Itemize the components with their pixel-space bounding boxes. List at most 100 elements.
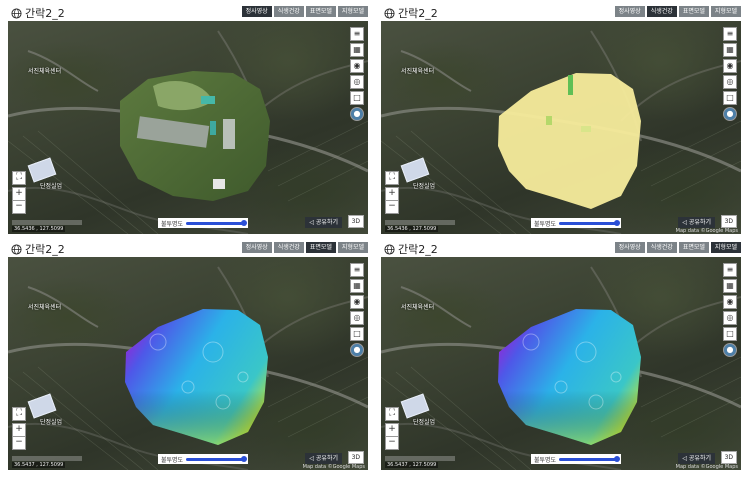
panel-title: 간락2_2: [11, 5, 65, 21]
tab-layer-3[interactable]: 지형모델: [710, 242, 741, 253]
opacity-control: 불투명도: [158, 218, 248, 228]
zoom-out-icon[interactable]: −: [385, 436, 399, 450]
earth-icon[interactable]: ●: [723, 107, 737, 121]
location-icon[interactable]: ◉: [723, 295, 737, 309]
satellite-map[interactable]: 서진체육센터 단정실업 ≡ ▦ ◉ ◎ □ ● ⛶ + − 36.5436 , …: [381, 21, 741, 234]
square-icon[interactable]: □: [350, 327, 364, 341]
earth-icon[interactable]: ●: [350, 107, 364, 121]
opacity-label: 불투명도: [161, 456, 184, 464]
layer-tabs: 정사영상 식생건강 표면모델 지형모델: [614, 6, 741, 17]
panel-title: 간락2_2: [11, 241, 65, 257]
opacity-slider[interactable]: [186, 455, 247, 462]
layer-tabs: 정사영상 식생건강 표면모델 지형모델: [241, 242, 368, 253]
share-button[interactable]: ◁ 공유하기: [305, 217, 342, 228]
target-icon[interactable]: ◎: [350, 311, 364, 325]
panel-header: 간락2_2 정사영상 식생건강 표면모델 지형모델: [8, 4, 368, 20]
layer-tabs: 정사영상 식생건강 표면모델 지형모델: [241, 6, 368, 17]
zoom-in-icon[interactable]: +: [385, 187, 399, 201]
tab-layer-0[interactable]: 정사영상: [614, 6, 645, 17]
location-icon[interactable]: ◉: [350, 59, 364, 73]
panel-header: 간락2_2 정사영상 식생건강 표면모델 지형모델: [8, 240, 368, 256]
location-icon[interactable]: ◉: [723, 59, 737, 73]
panel-title: 간락2_2: [384, 5, 438, 21]
tab-layer-3[interactable]: 지형모델: [337, 242, 368, 253]
opacity-slider[interactable]: [559, 219, 620, 226]
tab-layer-2[interactable]: 표면모델: [305, 6, 336, 17]
tab-layer-3[interactable]: 지형모델: [710, 6, 741, 17]
satellite-map[interactable]: 서진체육센터 단정실업 ≡ ▦ ◉ ◎ □ ● ⛶ + − 36.5437 , …: [8, 257, 368, 470]
tab-layer-0[interactable]: 정사영상: [241, 6, 272, 17]
fullscreen-icon[interactable]: ⛶: [385, 171, 399, 185]
satellite-map[interactable]: 서진체육센터 단정실업 ≡ ▦ ◉ ◎ □ ● ⛶ + − 36.5436 , …: [8, 21, 368, 234]
share-button[interactable]: ◁ 공유하기: [305, 453, 342, 464]
map-panel-vegetation: 간락2_2 정사영상 식생건강 표면모델 지형모델 서진체육센터 단정실업 ≡ ▦ ◉…: [381, 4, 741, 234]
analysis-overlay: [498, 73, 641, 209]
grid-icon[interactable]: ▦: [723, 43, 737, 57]
tab-layer-0[interactable]: 정사영상: [241, 242, 272, 253]
target-icon[interactable]: ◎: [350, 75, 364, 89]
scale-bar: [385, 456, 455, 461]
fullscreen-icon[interactable]: ⛶: [12, 407, 26, 421]
earth-icon[interactable]: ●: [723, 343, 737, 357]
layers-icon[interactable]: ≡: [350, 263, 364, 277]
tab-layer-1[interactable]: 식생건강: [646, 242, 677, 253]
panel-header: 간락2_2 정사영상 식생건강 표면모델 지형모델: [381, 4, 741, 20]
analysis-overlay: [120, 71, 270, 201]
view-3d-button[interactable]: 3D: [347, 215, 364, 228]
square-icon[interactable]: □: [723, 327, 737, 341]
panel-title-text: 간락2_2: [25, 243, 65, 256]
grid-icon[interactable]: ▦: [350, 43, 364, 57]
tab-layer-1[interactable]: 식생건강: [646, 6, 677, 17]
tab-layer-1[interactable]: 식생건강: [273, 6, 304, 17]
tab-layer-1[interactable]: 식생건강: [273, 242, 304, 253]
satellite-map[interactable]: 서진체육센터 단정실업 ≡ ▦ ◉ ◎ □ ● ⛶ + − 36.5437 , …: [381, 257, 741, 470]
square-icon[interactable]: □: [350, 91, 364, 105]
analysis-overlay: [125, 309, 268, 445]
zoom-in-icon[interactable]: +: [12, 187, 26, 201]
zoom-out-icon[interactable]: −: [12, 200, 26, 214]
zoom-in-icon[interactable]: +: [385, 423, 399, 437]
panel-title-text: 간락2_2: [25, 7, 65, 20]
tab-layer-2[interactable]: 표면모델: [678, 6, 709, 17]
view-3d-button[interactable]: 3D: [720, 451, 737, 464]
opacity-slider[interactable]: [559, 455, 620, 462]
opacity-control: 불투명도: [158, 454, 248, 464]
scale-bar: [12, 220, 82, 225]
view-3d-button[interactable]: 3D: [347, 451, 364, 464]
location-icon[interactable]: ◉: [350, 295, 364, 309]
target-icon[interactable]: ◎: [723, 311, 737, 325]
zoom-out-icon[interactable]: −: [385, 200, 399, 214]
map-panel-terrain: 간락2_2 정사영상 식생건강 표면모델 지형모델 서진체육센터 단정실업 ≡ ▦ ◉…: [381, 240, 741, 470]
grid-icon[interactable]: ▦: [723, 279, 737, 293]
fullscreen-icon[interactable]: ⛶: [385, 407, 399, 421]
earth-icon[interactable]: ●: [350, 343, 364, 357]
map-panel-orthophoto: 간락2_2 정사영상 식생건강 표면모델 지형모델 서진체육센터 단정실업 ≡ ▦ ◉…: [8, 4, 368, 234]
target-icon[interactable]: ◎: [723, 75, 737, 89]
zoom-in-icon[interactable]: +: [12, 423, 26, 437]
opacity-slider[interactable]: [186, 219, 247, 226]
tab-layer-2[interactable]: 표면모델: [678, 242, 709, 253]
tab-layer-0[interactable]: 정사영상: [614, 242, 645, 253]
layers-icon[interactable]: ≡: [723, 27, 737, 41]
tab-layer-2[interactable]: 표면모델: [305, 242, 336, 253]
grid-icon[interactable]: ▦: [350, 279, 364, 293]
share-button[interactable]: ◁ 공유하기: [678, 453, 715, 464]
panel-title: 간락2_2: [384, 241, 438, 257]
globe-icon: [11, 243, 22, 255]
square-icon[interactable]: □: [723, 91, 737, 105]
layers-icon[interactable]: ≡: [350, 27, 364, 41]
share-button[interactable]: ◁ 공유하기: [678, 217, 715, 228]
fullscreen-icon[interactable]: ⛶: [12, 171, 26, 185]
map-panel-surface: 간락2_2 정사영상 식생건강 표면모델 지형모델 서진체육센터 단정실업 ≡ ▦ ◉…: [8, 240, 368, 470]
zoom-out-icon[interactable]: −: [12, 436, 26, 450]
tab-layer-3[interactable]: 지형모델: [337, 6, 368, 17]
analysis-overlay: [498, 309, 641, 445]
panel-title-text: 간락2_2: [398, 7, 438, 20]
coordinate-readout: 36.5437 , 127.5099: [12, 462, 66, 468]
layers-icon[interactable]: ≡: [723, 263, 737, 277]
map-attribution: Map data ©Google Maps: [675, 228, 738, 234]
map-attribution: Map data ©Google Maps: [302, 464, 365, 470]
opacity-label: 불투명도: [534, 456, 557, 464]
view-3d-button[interactable]: 3D: [720, 215, 737, 228]
map-attribution: Map data ©Google Maps: [675, 464, 738, 470]
